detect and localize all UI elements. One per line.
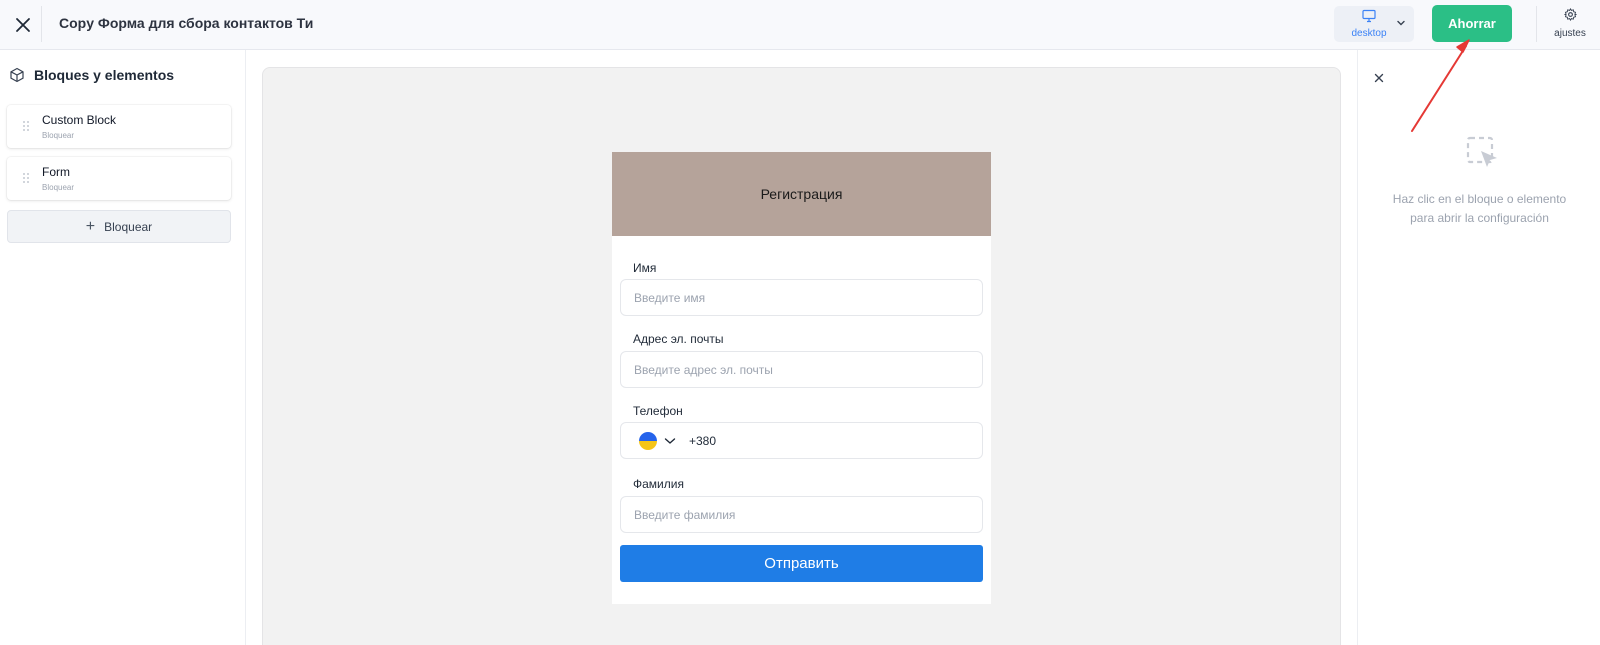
form-header: Регистрация <box>612 152 991 236</box>
chevron-down-icon[interactable] <box>664 436 676 446</box>
name-input[interactable]: Введите имя <box>620 279 983 316</box>
block-name: Form <box>42 165 70 179</box>
settings-label: ajustes <box>1554 28 1586 39</box>
close-panel-button[interactable] <box>1369 68 1389 88</box>
select-element-icon <box>1466 136 1497 167</box>
add-block-button[interactable]: + Bloquear <box>7 210 231 243</box>
panel-hint-line: para abrir la configuración <box>1410 211 1549 225</box>
form-title: Регистрация <box>760 186 843 202</box>
field-label-phone: Телефон <box>633 404 683 418</box>
document-title: Copy Форма для сбора контактов Ти <box>59 15 314 31</box>
block-type: Bloquear <box>42 131 75 140</box>
settings-button[interactable]: ajustes <box>1548 6 1592 42</box>
field-label-name: Имя <box>633 261 657 275</box>
drag-handle-icon[interactable] <box>22 172 30 184</box>
email-placeholder: Введите адрес эл. почты <box>634 363 773 377</box>
device-selector[interactable]: desktop <box>1334 6 1414 42</box>
device-label: desktop <box>1351 28 1387 39</box>
sidebar-title: Bloques y elementos <box>34 67 175 83</box>
chevron-down-icon <box>1397 20 1405 26</box>
block-name: Custom Block <box>42 113 117 127</box>
block-type: Bloquear <box>42 183 75 192</box>
add-block-label: Bloquear <box>104 219 153 234</box>
drag-handle-icon[interactable] <box>22 120 30 132</box>
block-item-custom-block[interactable]: Custom Block Bloquear <box>7 105 231 148</box>
divider <box>1536 6 1537 42</box>
phone-value: +380 <box>689 434 717 448</box>
close-icon <box>1374 73 1384 83</box>
field-label-email: Адрес эл. почты <box>633 332 724 346</box>
close-icon <box>16 18 30 32</box>
field-label-surname: Фамилия <box>633 477 684 491</box>
cube-icon <box>10 67 24 83</box>
blocks-sidebar: Bloques y elementos Custom Block Bloquea… <box>0 50 246 645</box>
settings-panel: Haz clic en el bloque o elemento para ab… <box>1357 50 1600 645</box>
surname-input[interactable]: Введите фамилия <box>620 496 983 533</box>
top-bar: Copy Форма для сбора контактов Ти deskto… <box>0 0 1600 50</box>
sidebar-header: Bloques y elementos <box>9 67 174 83</box>
name-placeholder: Введите имя <box>634 291 706 305</box>
panel-hint-line: Haz clic en el bloque o elemento <box>1392 192 1567 206</box>
submit-button[interactable]: Отправить <box>620 545 983 582</box>
ukraine-flag-icon[interactable] <box>639 432 657 450</box>
form-preview[interactable]: Регистрация Имя Введите имя Адрес эл. по… <box>612 152 991 604</box>
save-button[interactable]: Ahorrar <box>1432 5 1512 42</box>
block-item-form[interactable]: Form Bloquear <box>7 157 231 200</box>
close-editor-button[interactable] <box>8 10 38 40</box>
gear-icon <box>1564 8 1577 21</box>
plus-icon: + <box>85 217 96 235</box>
monitor-icon <box>1362 9 1376 23</box>
email-input[interactable]: Введите адрес эл. почты <box>620 351 983 388</box>
divider <box>41 6 42 42</box>
surname-placeholder: Введите фамилия <box>634 508 736 522</box>
phone-input[interactable]: +380 <box>620 422 983 459</box>
panel-hint: Haz clic en el bloque o elemento para ab… <box>1358 190 1600 228</box>
